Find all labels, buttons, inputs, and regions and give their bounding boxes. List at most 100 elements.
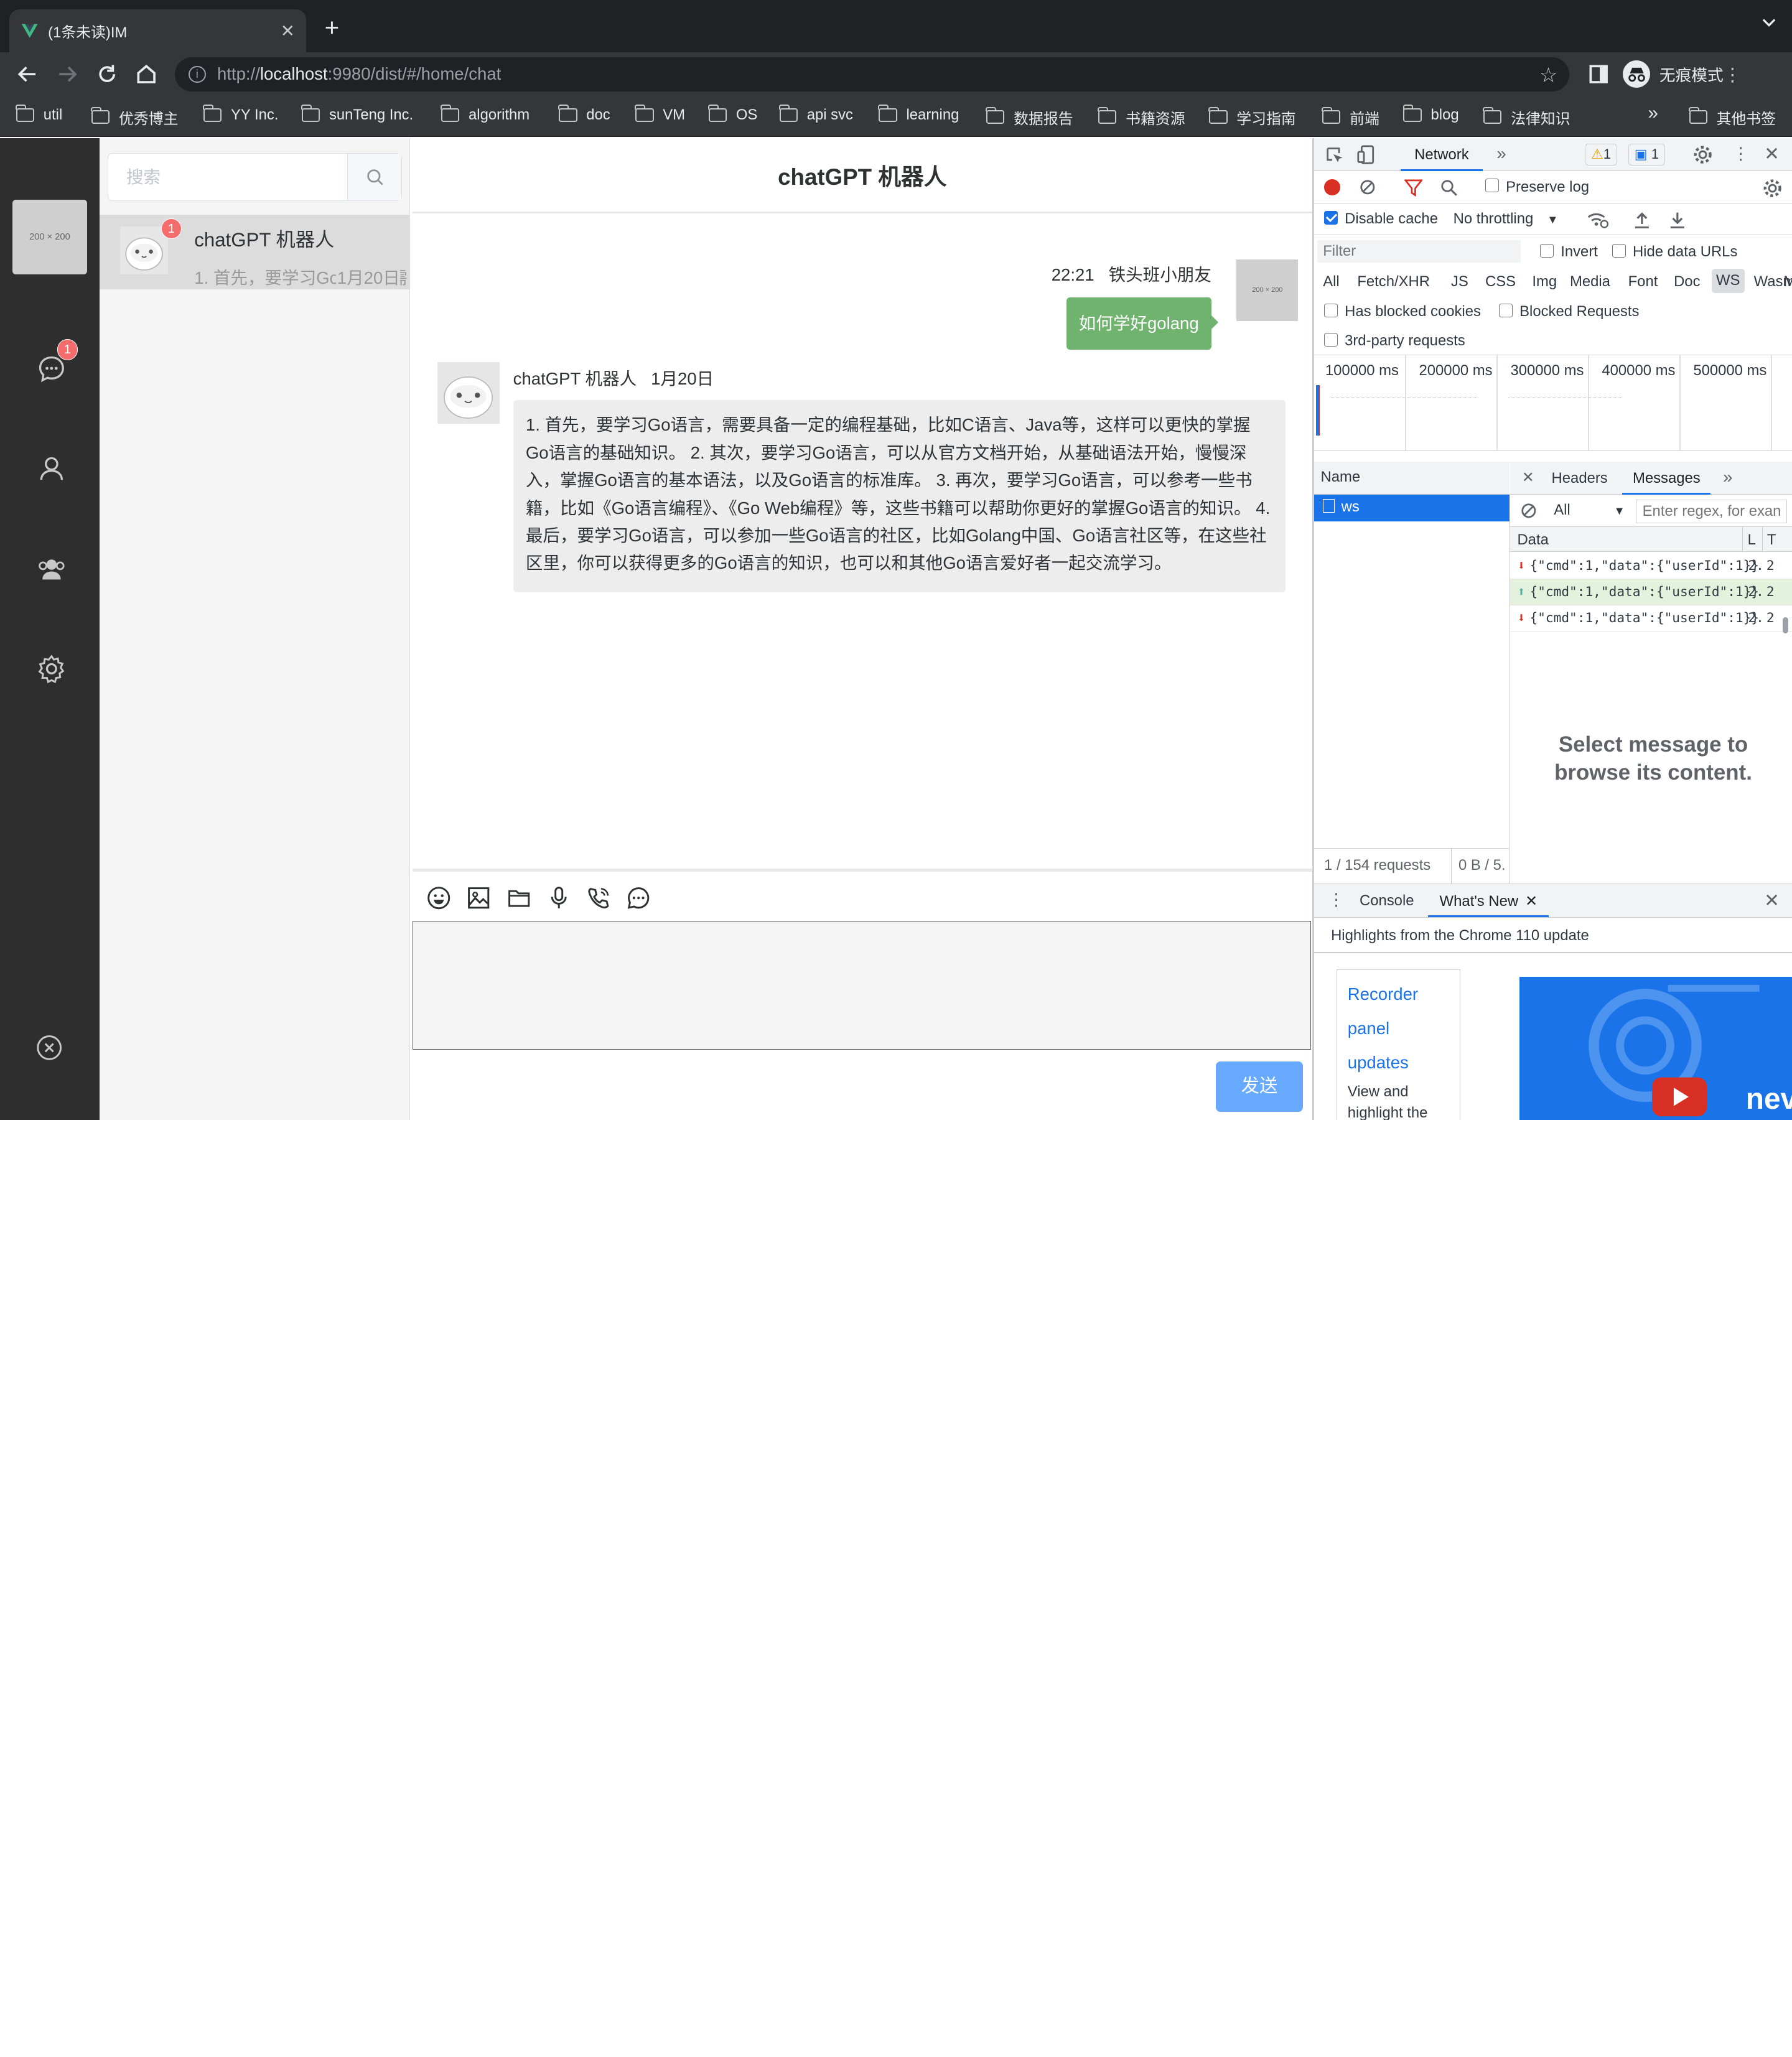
close-drawer-icon[interactable]: ✕ [1764, 890, 1780, 912]
new-tab-button[interactable]: + [325, 15, 340, 40]
device-toolbar-icon[interactable] [1357, 145, 1375, 165]
network-conditions-icon[interactable] [1586, 210, 1609, 228]
tab-network[interactable]: Network [1401, 138, 1483, 172]
gear-icon[interactable] [1693, 145, 1712, 164]
bookmarks-overflow-button[interactable]: » [1648, 103, 1658, 124]
incognito-profile-button[interactable]: 无痕模式 [1623, 57, 1724, 91]
more-tabs-button[interactable]: » [1723, 467, 1732, 487]
message-type-select[interactable]: All ▼ [1554, 501, 1625, 519]
more-tabs-button[interactable]: » [1496, 144, 1506, 164]
messages-counter[interactable]: ▣ 1 [1628, 144, 1666, 166]
browser-tab[interactable]: (1条未读)IM ✕ [9, 9, 307, 53]
filter-input[interactable] [1317, 240, 1521, 263]
bookmark-item[interactable]: YY Inc. [202, 105, 278, 124]
close-icon[interactable]: ✕ [1522, 469, 1534, 487]
inspect-element-icon[interactable] [1325, 146, 1343, 164]
network-settings-gear-icon[interactable] [1763, 179, 1782, 198]
search-icon[interactable] [1440, 179, 1458, 197]
preserve-log-checkbox[interactable]: Preserve log [1485, 179, 1589, 196]
bookmark-item[interactable]: 法律知识 [1483, 106, 1570, 128]
bookmark-item[interactable]: util [15, 105, 62, 124]
regex-filter-input[interactable] [1636, 499, 1787, 524]
invert-checkbox[interactable]: Invert [1540, 243, 1598, 261]
site-info-icon[interactable]: i [189, 65, 206, 83]
clear-icon[interactable] [1360, 179, 1376, 195]
bookmark-item[interactable]: OS [707, 105, 757, 124]
tab-close-icon[interactable]: ✕ [281, 21, 295, 41]
bot-avatar[interactable] [437, 362, 500, 424]
frame-row-received[interactable]: ⬇ {"cmd":1,"data":{"userId":1}} 2. 2 [1510, 605, 1792, 632]
logout-button[interactable] [37, 1033, 67, 1063]
call-button[interactable] [586, 885, 611, 910]
whats-new-video[interactable]: nev [1519, 977, 1792, 1120]
type-filter-font[interactable]: Font [1628, 273, 1658, 291]
bookmark-item[interactable]: 书籍资源 [1098, 106, 1185, 128]
request-row-ws[interactable]: ws [1314, 495, 1510, 521]
bookmark-star-icon[interactable]: ☆ [1539, 63, 1558, 88]
bookmark-item[interactable]: doc [558, 105, 610, 124]
frame-row-sent[interactable]: ⬆ {"cmd":1,"data":{"userId":1}} 2. 2 [1510, 579, 1792, 606]
filter-icon[interactable] [1404, 179, 1422, 197]
nav-chat[interactable]: 1 [37, 339, 78, 384]
throttling-select[interactable]: No throttling ▼ [1454, 210, 1559, 228]
tab-search-chevron-icon[interactable] [1762, 16, 1776, 30]
bookmark-item[interactable]: algorithm [441, 105, 530, 124]
other-bookmarks[interactable]: 其他书签 [1688, 106, 1776, 128]
blocked-requests-checkbox[interactable]: Blocked Requests [1499, 303, 1639, 320]
frame-row-received[interactable]: ⬇ {"cmd":1,"data":{"userId":1}} 2. 2 [1510, 553, 1792, 580]
chat-history-button[interactable] [626, 885, 651, 910]
disable-cache-checkbox[interactable]: Disable cache [1324, 210, 1438, 228]
browser-menu-icon[interactable]: ⋮ [1724, 64, 1742, 86]
nav-contacts[interactable] [37, 454, 67, 483]
bookmark-item[interactable]: sunTeng Inc. [301, 105, 413, 124]
time-column-header[interactable]: T [1762, 526, 1776, 553]
tab-messages[interactable]: Messages [1622, 462, 1711, 495]
whats-new-link[interactable]: Recorder panel updates [1348, 977, 1449, 1080]
data-column-header[interactable]: Data [1517, 531, 1548, 549]
type-filter-media[interactable]: Media [1570, 273, 1610, 291]
conversation-item[interactable]: 1 chatGPT 机器人 1. 首先，要学习Go语言，需要具 1月20日 [99, 215, 409, 289]
bookmark-item[interactable]: api svc [778, 105, 853, 124]
sender-avatar[interactable]: 200 × 200 [1236, 259, 1299, 322]
close-icon[interactable]: ✕ [1764, 143, 1780, 165]
type-filter-ws[interactable]: WS [1711, 268, 1745, 293]
search-button[interactable] [347, 154, 402, 201]
forward-arrow-icon[interactable] [55, 62, 80, 86]
file-button[interactable] [506, 885, 531, 910]
tab-headers[interactable]: Headers [1552, 470, 1608, 487]
has-blocked-cookies-checkbox[interactable]: Has blocked cookies [1324, 303, 1481, 320]
third-party-checkbox[interactable]: 3rd-party requests [1324, 332, 1465, 350]
type-filter-js[interactable]: JS [1451, 273, 1468, 291]
emoji-button[interactable] [426, 885, 451, 910]
side-panel-icon[interactable] [1586, 62, 1611, 86]
type-filter-doc[interactable]: Doc [1674, 273, 1700, 291]
warnings-counter[interactable]: ⚠1 [1584, 144, 1618, 166]
type-filter-all[interactable]: All [1323, 273, 1340, 291]
export-har-icon[interactable] [1669, 210, 1686, 229]
bookmark-item[interactable]: 前端 [1322, 106, 1379, 128]
tab-whats-new[interactable]: What's New ✕ [1428, 884, 1549, 917]
bookmark-item[interactable]: 优秀博主 [90, 106, 178, 128]
clear-icon[interactable] [1521, 503, 1537, 519]
bookmark-item[interactable]: learning [878, 105, 959, 124]
tab-console[interactable]: Console [1360, 892, 1414, 910]
type-filter-fetch-xhr[interactable]: Fetch/XHR [1357, 273, 1430, 291]
nav-groups[interactable] [37, 554, 67, 584]
whats-new-card[interactable]: Recorder panel updates View and highligh… [1337, 969, 1460, 1120]
name-column-header[interactable]: Name [1314, 462, 1510, 495]
voice-button[interactable] [546, 885, 571, 910]
nav-settings[interactable] [37, 654, 67, 684]
devtools-menu-icon[interactable]: ⋮ [1732, 144, 1750, 164]
import-har-icon[interactable] [1634, 210, 1650, 229]
length-column-header[interactable]: L [1742, 526, 1756, 553]
scrollbar-thumb[interactable] [1782, 617, 1788, 633]
image-button[interactable] [466, 885, 491, 910]
record-icon[interactable] [1324, 179, 1340, 196]
hide-data-urls-checkbox[interactable]: Hide data URLs [1612, 243, 1737, 261]
type-filter-css[interactable]: CSS [1485, 273, 1516, 291]
type-filter-manifest[interactable]: Ma [1783, 273, 1792, 291]
send-button[interactable]: 发送 [1216, 1061, 1303, 1112]
bookmark-item[interactable]: VM [635, 105, 685, 124]
bookmark-item[interactable]: blog [1402, 105, 1459, 124]
back-arrow-icon[interactable] [15, 62, 40, 86]
